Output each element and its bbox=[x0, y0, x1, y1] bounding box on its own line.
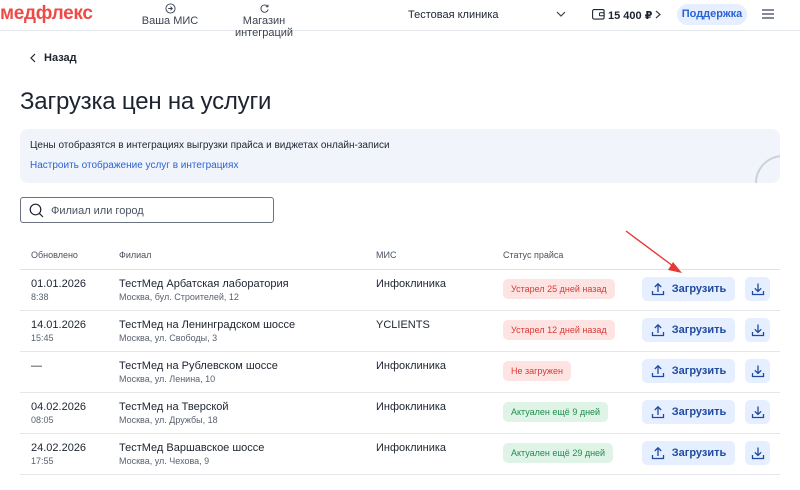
search-field[interactable] bbox=[20, 197, 274, 223]
column-branch: Филиал bbox=[119, 250, 152, 260]
info-icon bbox=[755, 155, 780, 183]
download-icon bbox=[751, 406, 764, 419]
info-text: Цены отобразятся в интеграциях выгрузки … bbox=[30, 140, 390, 151]
branch-address: Москва, ул. Свободы, 3 bbox=[119, 333, 218, 343]
upload-button-label: Загрузить bbox=[671, 406, 727, 418]
balance-value[interactable]: 15 400 ₽ bbox=[608, 9, 652, 22]
upload-button[interactable]: Загрузить bbox=[642, 359, 735, 383]
download-icon bbox=[751, 324, 764, 337]
clinic-selector[interactable]: Тестовая клиника bbox=[408, 9, 499, 21]
updated-date: 14.01.2026 bbox=[31, 319, 87, 331]
upload-button-label: Загрузить bbox=[671, 324, 727, 336]
mis-name: Инфоклиника bbox=[376, 360, 447, 372]
download-button[interactable] bbox=[745, 277, 770, 301]
status-badge: Устарел 25 дней назад bbox=[503, 279, 615, 299]
wallet-icon bbox=[592, 9, 605, 20]
updated-date: — bbox=[31, 360, 42, 372]
updated-time: 15:45 bbox=[31, 333, 54, 343]
download-icon bbox=[751, 283, 764, 296]
branch-name: ТестМед на Тверской bbox=[119, 401, 229, 413]
status-badge: Устарел 12 дней назад bbox=[503, 320, 615, 340]
status-badge: Актуален ещё 29 дней bbox=[503, 443, 614, 463]
mis-name: Инфоклиника bbox=[376, 401, 447, 413]
status-badge: Не загружен bbox=[503, 361, 571, 381]
search-icon bbox=[29, 203, 44, 218]
download-button[interactable] bbox=[745, 318, 770, 342]
refresh-icon bbox=[259, 4, 269, 13]
updated-time: 08:05 bbox=[31, 415, 54, 425]
upload-button[interactable]: Загрузить bbox=[642, 400, 735, 424]
configure-display-link[interactable]: Настроить отображение услуг в интеграция… bbox=[30, 160, 238, 171]
back-link[interactable]: Назад bbox=[30, 52, 77, 64]
upload-icon bbox=[651, 282, 664, 296]
updated-date: 04.02.2026 bbox=[31, 401, 87, 413]
download-button[interactable] bbox=[745, 359, 770, 383]
support-button[interactable]: Поддержка bbox=[677, 4, 747, 25]
updated-time: 17:55 bbox=[31, 456, 54, 466]
branch-address: Москва, бул. Строителей, 12 bbox=[119, 292, 239, 302]
table-body: 01.01.2026 8:38 ТестМед Арбатская лаборато… bbox=[20, 270, 780, 475]
branch-address: Москва, ул. Ленина, 10 bbox=[119, 374, 216, 384]
upload-icon bbox=[651, 446, 664, 460]
chevron-down-icon[interactable] bbox=[556, 10, 566, 18]
updated-time: 8:38 bbox=[31, 292, 49, 302]
mis-name: Инфоклиника bbox=[376, 442, 447, 454]
updated-date: 24.02.2026 bbox=[31, 442, 87, 454]
download-icon bbox=[751, 365, 764, 378]
download-button[interactable] bbox=[745, 400, 770, 424]
upload-icon bbox=[651, 323, 664, 337]
chevron-right-icon[interactable] bbox=[655, 10, 661, 19]
chevron-left-icon bbox=[30, 53, 36, 63]
back-label: Назад bbox=[44, 52, 77, 64]
upload-button-label: Загрузить bbox=[671, 283, 727, 295]
table-row: 04.02.2026 08:05 ТестМед на Тверской Москва… bbox=[20, 393, 780, 434]
table-header: Обновлено Филиал МИС Статус прайса bbox=[20, 240, 780, 270]
table-row: — ТестМед на Рублевском шоссе Москва, ул. … bbox=[20, 352, 780, 393]
branch-name: ТестМед Варшавское шоссе bbox=[119, 442, 265, 454]
arrow-in-icon bbox=[164, 3, 176, 14]
top-bar: медфлекс Ваша МИС Магазин интеграций Тес… bbox=[0, 0, 800, 39]
branch-name: ТестМед Арбатская лаборатория bbox=[119, 278, 289, 290]
updated-date: 01.01.2026 bbox=[31, 278, 87, 290]
branch-address: Москва, ул. Дружбы, 18 bbox=[119, 415, 218, 425]
price-table: Обновлено Филиал МИС Статус прайса 01.01… bbox=[20, 240, 780, 475]
logo[interactable]: медфлекс bbox=[0, 3, 93, 25]
column-updated: Обновлено bbox=[31, 250, 78, 260]
column-mis: МИС bbox=[376, 250, 397, 260]
info-banner: Цены отобразятся в интеграциях выгрузки … bbox=[20, 129, 780, 183]
upload-button-label: Загрузить bbox=[671, 447, 727, 459]
status-badge: Актуален ещё 9 дней bbox=[503, 402, 609, 422]
upload-button[interactable]: Загрузить bbox=[642, 277, 735, 301]
table-row: 14.01.2026 15:45 ТестМед на Ленинградском … bbox=[20, 311, 780, 352]
mis-name: YCLIENTS bbox=[376, 319, 430, 331]
branch-name: ТестМед на Ленинградском шоссе bbox=[119, 319, 296, 331]
download-icon bbox=[751, 447, 764, 460]
mis-name: Инфоклиника bbox=[376, 278, 447, 290]
column-price-status: Статус прайса bbox=[503, 250, 564, 260]
menu-icon[interactable] bbox=[762, 9, 774, 19]
download-button[interactable] bbox=[745, 441, 770, 465]
nav-integration-store-label: Магазин интеграций bbox=[234, 15, 294, 39]
branch-name: ТестМед на Рублевском шоссе bbox=[119, 360, 278, 372]
upload-button-label: Загрузить bbox=[671, 365, 727, 377]
search-input[interactable] bbox=[51, 202, 266, 219]
nav-your-mis[interactable]: Ваша МИС bbox=[122, 3, 218, 27]
nav-integration-store[interactable]: Магазин интеграций bbox=[216, 3, 312, 39]
upload-button[interactable]: Загрузить bbox=[642, 318, 735, 342]
table-row: 01.01.2026 8:38 ТестМед Арбатская лаборато… bbox=[20, 270, 780, 311]
upload-icon bbox=[651, 405, 664, 419]
branch-address: Москва, ул. Чехова, 9 bbox=[119, 456, 210, 466]
nav-your-mis-label: Ваша МИС bbox=[141, 15, 199, 27]
page-title: Загрузка цен на услуги bbox=[20, 88, 272, 115]
upload-button[interactable]: Загрузить bbox=[642, 441, 735, 465]
table-row: 24.02.2026 17:55 ТестМед Варшавское шоссе М… bbox=[20, 434, 780, 475]
upload-icon bbox=[651, 364, 664, 378]
